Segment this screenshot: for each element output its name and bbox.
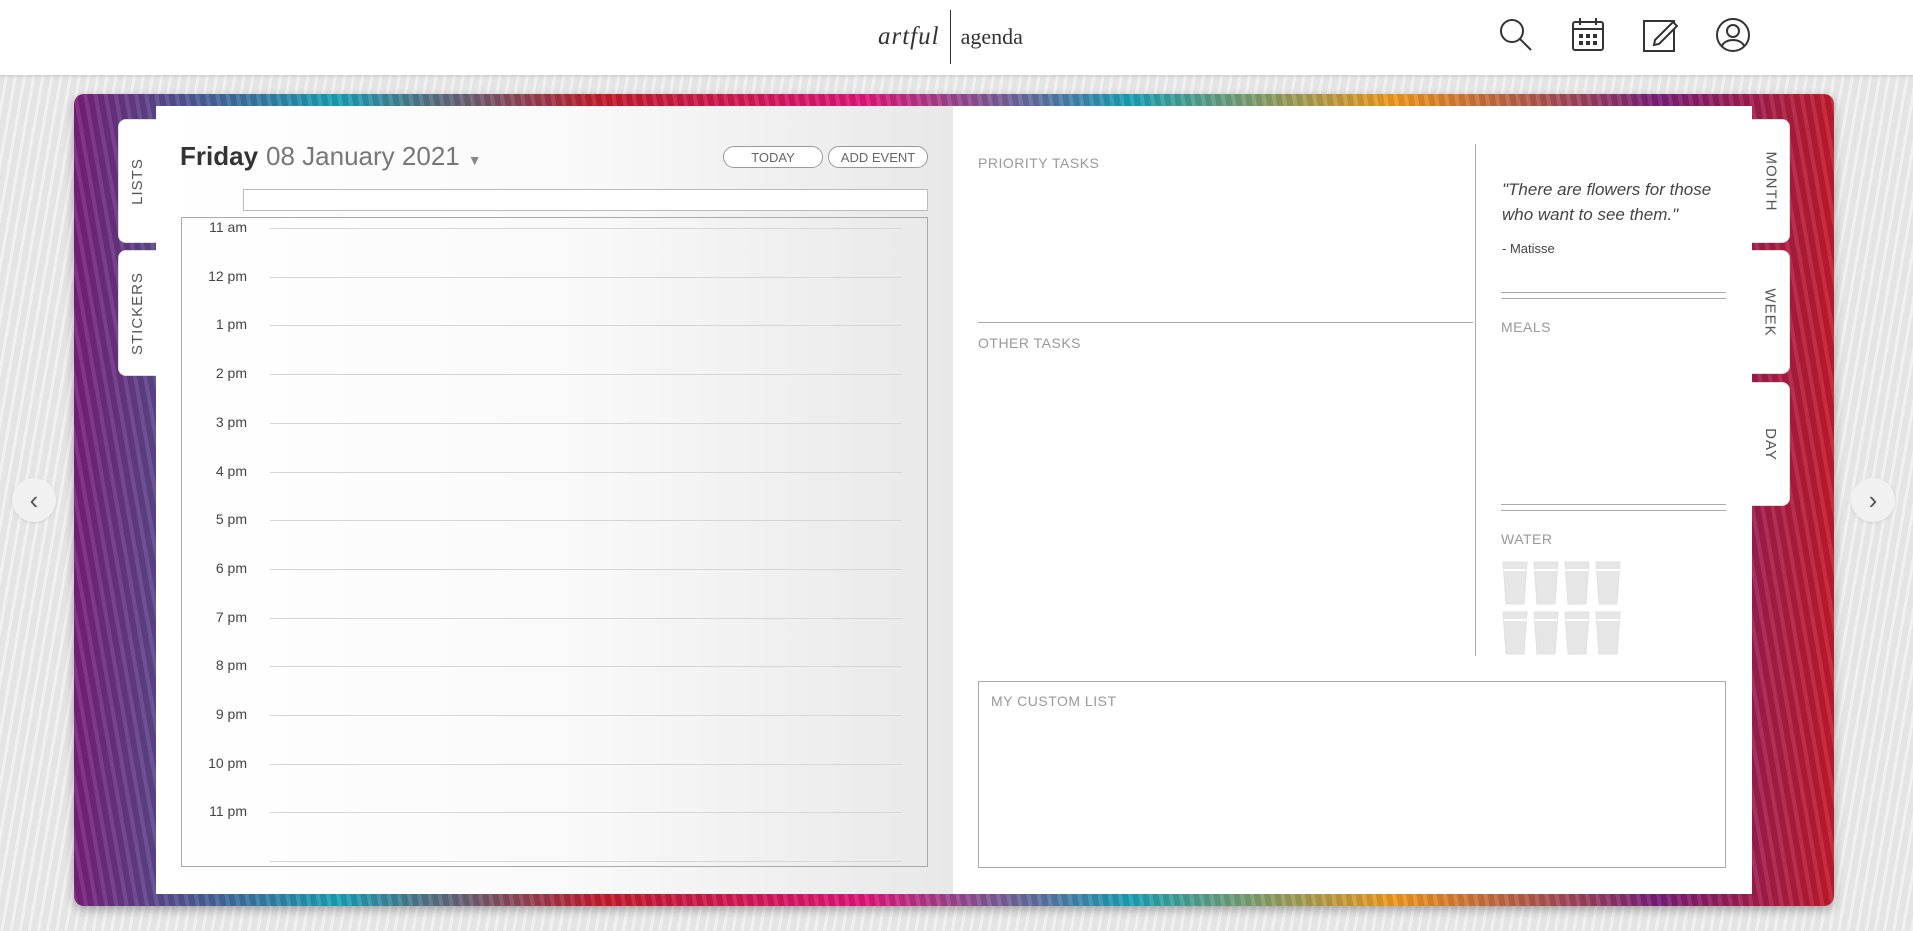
hour-line: [270, 276, 902, 278]
logo-artful: artful: [878, 23, 940, 50]
water-glass-icon[interactable]: [1502, 611, 1528, 655]
tab-week-label: WEEK: [1762, 287, 1779, 337]
hour-label: 4 pm: [215, 462, 247, 479]
weekday: Friday: [180, 141, 259, 171]
water-glass-icon[interactable]: [1595, 611, 1621, 655]
hour-row[interactable]: 11 am: [182, 219, 927, 268]
divider: [1501, 510, 1726, 511]
hour-label: 7 pm: [215, 608, 247, 625]
logo-agenda: agenda: [960, 24, 1023, 49]
hour-row[interactable]: 4 pm: [182, 463, 927, 512]
hour-line: [270, 617, 902, 619]
search-icon[interactable]: [1497, 16, 1535, 54]
add-event-button[interactable]: ADD EVENT: [828, 146, 928, 168]
hour-line: [270, 861, 902, 863]
water-glass-icon[interactable]: [1533, 611, 1559, 655]
calendar-icon[interactable]: [1569, 16, 1607, 54]
hour-line: [270, 325, 902, 327]
hour-row[interactable]: 11 pm: [182, 803, 927, 852]
hour-label: 3 pm: [215, 413, 247, 430]
hour-label: 9 pm: [215, 706, 247, 722]
hour-line: [270, 422, 902, 424]
hour-label: 5 pm: [215, 511, 247, 528]
hour-row[interactable]: 10 pm: [182, 755, 927, 804]
other-tasks-label: OTHER TASKS: [978, 335, 1082, 351]
hour-line: [270, 374, 902, 376]
hour-row[interactable]: 2 pm: [182, 365, 927, 414]
divider: [1501, 292, 1726, 293]
hour-row[interactable]: 3 pm: [182, 414, 927, 463]
water-label: WATER: [1501, 531, 1553, 547]
column-divider: [1475, 144, 1476, 656]
tab-day-label: DAY: [1761, 427, 1779, 461]
hour-line: [270, 666, 902, 668]
next-page-button[interactable]: ›: [1851, 478, 1895, 522]
chevron-right-icon: ›: [1868, 484, 1878, 515]
hour-row[interactable]: [182, 852, 927, 901]
all-day-event-field[interactable]: [243, 189, 928, 211]
logo[interactable]: artful agenda: [878, 10, 1023, 64]
tab-day[interactable]: DAY: [1752, 382, 1790, 506]
divider: [1501, 504, 1726, 505]
tab-week[interactable]: WEEK: [1752, 250, 1790, 374]
quote-author: - Matisse: [1502, 241, 1555, 256]
tab-lists-label: LISTS: [129, 157, 146, 205]
water-glass-icon[interactable]: [1564, 561, 1590, 605]
hour-line: [270, 228, 902, 229]
hour-label: 1 pm: [215, 316, 247, 333]
water-glass-icon[interactable]: [1502, 561, 1528, 605]
quote-text: "There are flowers for those who want to…: [1502, 180, 1712, 224]
today-button[interactable]: TODAY: [723, 146, 823, 168]
hour-row[interactable]: 6 pm: [182, 560, 927, 609]
top-header: artful agenda: [0, 0, 1913, 75]
hour-label: 12 pm: [208, 267, 247, 284]
hour-line: [270, 812, 902, 814]
hour-line: [270, 763, 902, 765]
custom-list-label: MY CUSTOM LIST: [991, 693, 1117, 709]
water-glass-icon[interactable]: [1595, 561, 1621, 605]
hour-label: 6 pm: [215, 559, 247, 576]
hour-row[interactable]: 7 pm: [182, 609, 927, 658]
meals-label: MEALS: [1501, 319, 1551, 335]
hourly-schedule[interactable]: 11 am 12 pm 1 pm 2 pm 3 pm 4 pm 5 pm 6 pm 7 pm 8 …: [181, 217, 928, 867]
hour-line: [270, 568, 902, 570]
edit-icon[interactable]: [1641, 16, 1679, 54]
hour-row[interactable]: 5 pm: [182, 511, 927, 560]
divider: [978, 322, 1473, 323]
tab-lists[interactable]: LISTS: [118, 119, 156, 243]
hour-line: [270, 715, 902, 716]
hour-row[interactable]: 9 pm: [182, 706, 927, 755]
chevron-left-icon: ‹: [29, 484, 39, 515]
hour-label: 10 pm: [208, 754, 247, 771]
water-glass-icon[interactable]: [1564, 611, 1590, 655]
tab-month[interactable]: MONTH: [1752, 119, 1790, 243]
tab-month-label: MONTH: [1762, 151, 1779, 211]
priority-tasks-label: PRIORITY TASKS: [978, 155, 1100, 171]
divider: [1501, 298, 1726, 299]
page-title[interactable]: Friday 08 January 2021 ▼: [180, 141, 482, 172]
tab-stickers-label: STICKERS: [129, 271, 147, 355]
hour-label: 11 am: [209, 219, 247, 235]
hour-row[interactable]: 12 pm: [182, 268, 927, 317]
hour-label: 2 pm: [215, 365, 247, 382]
tab-stickers[interactable]: STICKERS: [118, 250, 156, 376]
date: 08 January 2021: [266, 141, 460, 171]
hour-row[interactable]: 8 pm: [182, 657, 927, 706]
user-icon[interactable]: [1714, 16, 1752, 54]
hour-line: [270, 520, 902, 522]
hour-line: [270, 471, 902, 473]
hour-label: 11 pm: [209, 803, 247, 820]
hour-row[interactable]: 1 pm: [182, 316, 927, 365]
prev-page-button[interactable]: ‹: [12, 478, 56, 522]
chevron-down-icon[interactable]: ▼: [468, 152, 482, 168]
custom-list-box[interactable]: MY CUSTOM LIST: [978, 681, 1726, 868]
hour-label: 8 pm: [215, 657, 247, 674]
water-glass-icon[interactable]: [1533, 561, 1559, 605]
